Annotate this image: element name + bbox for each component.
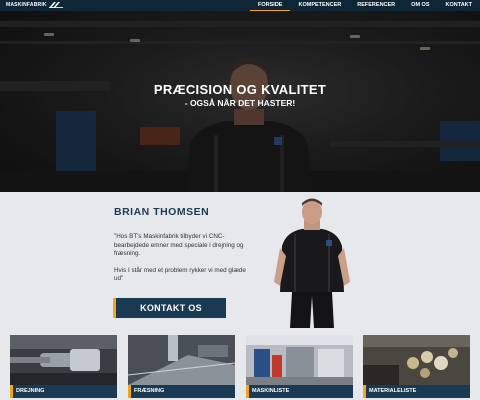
logo-mark-icon [48,2,63,8]
hero-title: PRÆCISION OG KVALITET [153,82,327,97]
card-drejning-image [10,335,117,385]
company-logo[interactable]: MASKINFABRIK [6,0,63,10]
nav-item-om-os[interactable]: OM OS [403,0,437,11]
nav-item-kontakt[interactable]: KONTAKT [438,0,480,11]
card-maskinliste[interactable]: MASKINLISTE [246,335,353,398]
card-materialeliste-image [363,335,470,385]
profile-name: BRIAN THOMSEN [114,206,210,218]
card-materialeliste-label: MATERIALELISTE [363,385,470,398]
nav-item-kompetencer[interactable]: KOMPETENCER [290,0,349,11]
card-maskinliste-image [246,335,353,385]
hero-subtitle: - OGSÅ NÅR DET HASTER! [184,98,296,108]
quote-paragraph-1: "Hos BT's Maskinfabrik tilbyder vi CNC-b… [114,233,244,257]
top-navigation: MASKINFABRIK FORSIDE KOMPETENCER REFEREN… [0,0,480,11]
contact-button[interactable]: KONTAKT OS [113,298,226,318]
card-fraesning[interactable]: FRÆSNING [128,335,235,398]
profile-person-photo [274,198,350,328]
logo-text: MASKINFABRIK [6,2,47,8]
quote-paragraph-2: Hvis I står med et problem rykker vi med… [114,266,246,283]
card-fraesning-image [128,335,235,385]
nav-item-referencer[interactable]: REFERENCER [349,0,403,11]
card-fraesning-label: FRÆSNING [128,385,235,398]
card-drejning-label: DREJNING [10,385,117,398]
nav-item-forside[interactable]: FORSIDE [250,0,291,11]
card-maskinliste-label: MASKINLISTE [246,385,353,398]
card-drejning[interactable]: DREJNING [10,335,117,398]
profile-quote: "Hos BT's Maskinfabrik tilbyder vi CNC-b… [114,233,248,292]
service-cards: DREJNING FRÆSNING MASKINLISTE MATERIALEL… [10,335,470,400]
card-materialeliste[interactable]: MATERIALELISTE [363,335,470,398]
hero-banner: PRÆCISION OG KVALITET - OGSÅ NÅR DET HAS… [0,11,480,192]
